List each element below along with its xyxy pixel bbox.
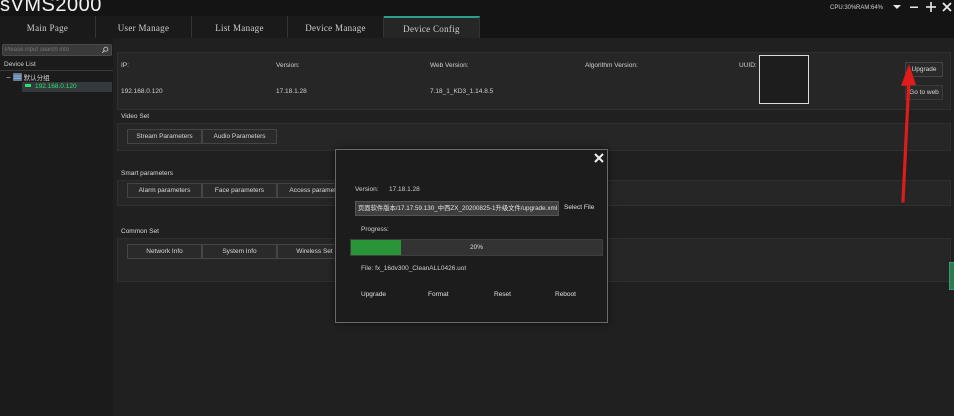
upgrade-dialog: Version: 17.18.1.28 页面软件版本/17.17.59.130_… <box>335 149 608 323</box>
progress-bar: 20% <box>350 239 603 256</box>
close-icon[interactable] <box>940 0 954 14</box>
ip-value: 192.168.0.120 <box>121 88 163 95</box>
video-set-title: Video Set <box>121 113 150 120</box>
dialog-close-icon[interactable] <box>592 151 606 165</box>
search-icon[interactable] <box>101 46 109 54</box>
tab-device-config[interactable]: Device Config <box>384 16 480 40</box>
tab-device-manage[interactable]: Device Manage <box>288 16 384 38</box>
version-label: Version: <box>276 62 300 69</box>
dialog-format-button[interactable]: Format <box>428 291 449 298</box>
device-ip-label: 192.168.0.120 <box>35 83 77 90</box>
dialog-upgrade-button[interactable]: Upgrade <box>361 291 386 298</box>
file-name-label: File: fx_16dv300_CleanALL0426.uot <box>361 265 467 272</box>
search-input[interactable] <box>5 45 97 55</box>
progress-label: Progress: <box>361 226 389 233</box>
app-title: sVMS2000 <box>0 0 102 16</box>
uuid-preview-box <box>759 55 809 104</box>
select-file-button[interactable]: Select File <box>564 204 594 211</box>
web-version-value: 7.18_1_KD3_1.14.8.5 <box>430 88 494 95</box>
cpu-usage: CPU:30% <box>830 5 857 11</box>
minimize-icon[interactable] <box>907 0 921 14</box>
maximize-icon[interactable] <box>924 0 938 14</box>
camera-icon <box>25 84 31 88</box>
top-bar: sVMS2000 CPU:30% RAM:64% Main Page User … <box>0 0 954 40</box>
video-set-panel: Stream Parameters Audio Parameters <box>117 123 951 151</box>
ip-label: IP: <box>121 62 129 69</box>
ram-usage: RAM:64% <box>856 5 884 11</box>
system-info-button[interactable]: System Info <box>202 244 277 259</box>
dialog-version-label: Version: <box>355 186 379 193</box>
collapse-icon[interactable]: − <box>6 73 11 82</box>
tab-user-manage[interactable]: User Manage <box>96 16 192 38</box>
dialog-version-value: 17.18.1.28 <box>389 186 420 193</box>
device-tree-item[interactable]: 192.168.0.120 <box>22 82 112 92</box>
red-arrow-annotation <box>901 64 916 203</box>
server-icon <box>12 73 22 81</box>
search-box <box>2 44 112 56</box>
alarm-parameters-button[interactable]: Alarm parameters <box>127 183 202 198</box>
smart-parameters-title: Smart parameters <box>121 170 174 177</box>
progress-percent: 20% <box>469 244 483 251</box>
dialog-reset-button[interactable]: Reset <box>494 291 511 298</box>
face-parameters-button[interactable]: Face parameters <box>202 183 277 198</box>
tab-main-page[interactable]: Main Page <box>0 16 96 38</box>
main-tabs: Main Page User Manage List Manage Device… <box>0 16 480 40</box>
file-path-field[interactable]: 页面软件版本/17.17.59.130_中西ZX_20200825-1升级文件/… <box>355 201 559 216</box>
dropdown-icon[interactable] <box>890 0 904 14</box>
divider <box>0 70 113 71</box>
uuid-label: UUID: <box>739 62 757 69</box>
common-set-title: Common Set <box>121 228 159 235</box>
dialog-reboot-button[interactable]: Reboot <box>555 291 576 298</box>
device-info-panel: IP: 192.168.0.120 Version: 17.18.1.28 We… <box>117 52 951 110</box>
network-info-button[interactable]: Network Info <box>127 244 202 259</box>
version-value: 17.18.1.28 <box>276 88 307 95</box>
tab-list-manage[interactable]: List Manage <box>192 16 288 38</box>
side-scroll-handle[interactable] <box>949 262 954 290</box>
audio-parameters-button[interactable]: Audio Parameters <box>202 129 277 144</box>
device-list-title: Device List <box>4 61 36 68</box>
sidebar: Device List − 默认分组 192.168.0.120 <box>0 38 114 416</box>
group-label: 默认分组 <box>23 75 50 82</box>
tree-group[interactable]: − 默认分组 <box>6 72 50 83</box>
stream-parameters-button[interactable]: Stream Parameters <box>127 129 202 144</box>
web-version-label: Web Version: <box>430 62 469 69</box>
algorithm-version-label: Algorithm Version: <box>585 62 638 69</box>
